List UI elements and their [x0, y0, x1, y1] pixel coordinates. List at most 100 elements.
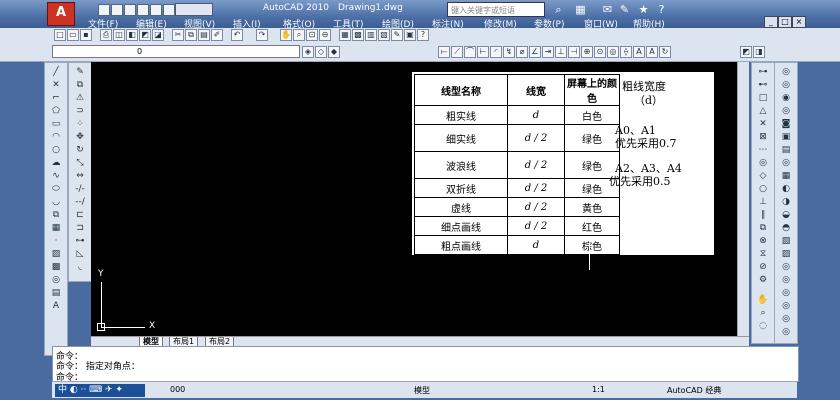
radius-icon[interactable]: ◜	[490, 46, 502, 58]
make-block-icon[interactable]: ▦	[49, 223, 63, 234]
polygon-icon[interactable]: ⬠	[49, 106, 63, 117]
search-icon[interactable]: ⌕	[553, 4, 564, 15]
break-icon[interactable]: ⊐	[73, 223, 87, 234]
subscription-icon[interactable]: ▦	[575, 4, 586, 15]
spline-icon[interactable]: ∿	[49, 171, 63, 182]
help-icon[interactable]: ?	[417, 29, 429, 41]
side-tool-7-icon[interactable]: ▤	[779, 145, 793, 156]
arc-icon[interactable]: ◠	[49, 132, 63, 143]
line-icon[interactable]: ╱	[49, 67, 63, 78]
design-center-icon[interactable]: ▩	[352, 29, 364, 41]
layer-select[interactable]: 0	[52, 45, 300, 58]
side-tool-21-icon[interactable]: ◎	[779, 327, 793, 338]
table-icon[interactable]: ▤	[49, 288, 63, 299]
layer-state-icon[interactable]: ◆	[328, 46, 340, 58]
snap-insert-icon[interactable]: ⧉	[756, 223, 770, 234]
mtext-icon[interactable]: A	[49, 301, 63, 312]
side-tool-18-icon[interactable]: ◎	[779, 288, 793, 299]
minimize-icon[interactable]: _	[764, 16, 778, 28]
new-icon[interactable]: □	[54, 29, 66, 41]
hatch-icon[interactable]: ▨	[49, 249, 63, 260]
properties-icon[interactable]: ▦	[339, 29, 351, 41]
scale-icon[interactable]: ⤡	[73, 158, 87, 169]
tool-palettes-icon[interactable]: ▥	[365, 29, 377, 41]
linear-dim-icon[interactable]: ⟝	[438, 46, 450, 58]
publish-icon[interactable]: ◧	[126, 29, 138, 41]
snap-midpoint-icon[interactable]: △	[756, 106, 770, 117]
diameter-icon[interactable]: ⌀	[516, 46, 528, 58]
ime-toolbar[interactable]: 中 ◐ ·· ⌨ ✈ ✦	[55, 384, 145, 397]
snap-quadrant-icon[interactable]: ◇	[756, 171, 770, 182]
side-tool-8-icon[interactable]: ◎	[779, 158, 793, 169]
redo-icon[interactable]	[163, 4, 175, 16]
jogged-icon[interactable]: ↯	[503, 46, 515, 58]
markup-icon[interactable]: ✎	[391, 29, 403, 41]
snap-endpoint-icon[interactable]: □	[756, 93, 770, 104]
snap-intersection-icon[interactable]: ✕	[756, 119, 770, 130]
insert-block-icon[interactable]: ⧉	[49, 210, 63, 221]
dim-style-icon[interactable]: ◩	[740, 46, 752, 58]
open-icon[interactable]: ▭	[67, 29, 79, 41]
etransmit-icon[interactable]: ◪	[152, 29, 164, 41]
dimedit-icon[interactable]: A	[646, 46, 658, 58]
fillet-icon[interactable]: ◟	[73, 262, 87, 273]
ordinate-icon[interactable]: ⊢	[477, 46, 489, 58]
snap-settings-icon[interactable]: ⚙	[756, 275, 770, 286]
mirror-icon[interactable]: ⚠	[73, 93, 87, 104]
preview-icon[interactable]: ◫	[113, 29, 125, 41]
side-tool-1-icon[interactable]: ◎	[779, 67, 793, 78]
snap-parallel-icon[interactable]: ∥	[756, 210, 770, 221]
offset-icon[interactable]: ⊃	[73, 106, 87, 117]
baseline-icon[interactable]: ⊥	[555, 46, 567, 58]
join-icon[interactable]: ⊶	[73, 236, 87, 247]
undo-icon[interactable]	[150, 4, 162, 16]
undo-icon[interactable]: ↶	[231, 29, 243, 41]
workspace-select[interactable]	[175, 3, 213, 16]
array-icon[interactable]: ⁘	[73, 119, 87, 130]
aligned-dim-icon[interactable]: ⟋	[451, 46, 463, 58]
side-tool-15-icon[interactable]: ▨	[779, 249, 793, 260]
trim-icon[interactable]: -/-	[73, 184, 87, 195]
communication-icon[interactable]: ✉	[602, 4, 613, 15]
side-tool-16-icon[interactable]: ◎	[779, 262, 793, 273]
side-tool-13-icon[interactable]: ◓	[779, 223, 793, 234]
stretch-icon[interactable]: ⇔	[73, 171, 87, 182]
restore-icon[interactable]: □	[778, 16, 792, 28]
workspace-switch[interactable]: AutoCAD 经典	[667, 385, 721, 396]
side-tool-9-icon[interactable]: ▦	[779, 171, 793, 182]
copy-object-icon[interactable]: ⧉	[73, 80, 87, 91]
move-icon[interactable]: ✥	[73, 132, 87, 143]
snap-none-icon[interactable]: ⊘	[756, 262, 770, 273]
side-tool-11-icon[interactable]: ◑	[779, 197, 793, 208]
dim-style2-icon[interactable]: ◨	[753, 46, 765, 58]
close-icon[interactable]: ×	[792, 16, 806, 28]
snap-nearest-icon[interactable]: ⧖	[756, 249, 770, 260]
redo-icon[interactable]: ↷	[256, 29, 268, 41]
pasted-image[interactable]: 线型名称 线宽 屏幕上的颜色 粗实线 d 白色 细实线 d / 2 绿色 波浪线…	[412, 72, 714, 274]
side-tool-5-icon[interactable]: ◙	[779, 119, 793, 130]
match-properties-icon[interactable]: ✐	[211, 29, 223, 41]
quickcalc-icon[interactable]: ▣	[404, 29, 416, 41]
snap-center-icon[interactable]: ◎	[756, 158, 770, 169]
help-icon[interactable]: ?	[656, 4, 667, 15]
inspect-icon[interactable]: ◎	[607, 46, 619, 58]
command-window[interactable]: 命令： 命令： 指定对角点： 命令：	[52, 346, 799, 383]
save-icon[interactable]: ▪	[80, 29, 92, 41]
rectangle-icon[interactable]: ▭	[49, 119, 63, 130]
temp-track-icon[interactable]: ⊶	[756, 67, 770, 78]
orbit-icon[interactable]: ◌	[756, 321, 770, 332]
search-input[interactable]: 键入关键字或短语	[447, 2, 545, 17]
center-mark-icon[interactable]: ⊙	[594, 46, 606, 58]
side-tool-6-icon[interactable]: ▣	[779, 132, 793, 143]
new-icon[interactable]	[98, 4, 110, 16]
quick-dim-icon[interactable]: ⇥	[542, 46, 554, 58]
layer-previous-icon[interactable]: ◇	[315, 46, 327, 58]
ellipse-icon[interactable]: ⬭	[49, 184, 63, 195]
point-icon[interactable]: ·	[49, 236, 63, 247]
zoom-side-icon[interactable]: ⌕	[756, 308, 770, 319]
snap-node-icon[interactable]: ⊗	[756, 236, 770, 247]
tolerance-icon[interactable]: ⊕	[581, 46, 593, 58]
zoom-window-icon[interactable]: ⊡	[306, 29, 318, 41]
side-tool-20-icon[interactable]: ◎	[779, 314, 793, 325]
drawing-canvas[interactable]: 线型名称 线宽 屏幕上的颜色 粗实线 d 白色 细实线 d / 2 绿色 波浪线…	[91, 62, 737, 336]
